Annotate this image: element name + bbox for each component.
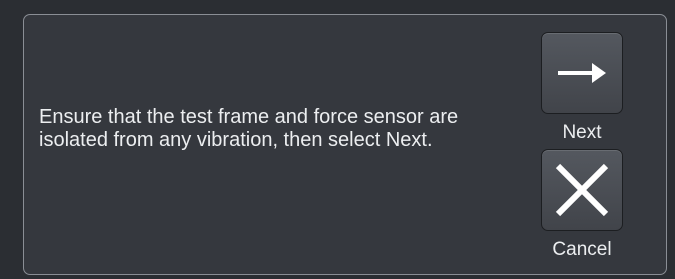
instruction-message: Ensure that the test frame and force sen… — [39, 106, 459, 151]
app-screen: Ensure that the test frame and force sen… — [0, 0, 675, 279]
arrow-right-icon — [558, 63, 606, 83]
cancel-button-label[interactable]: Cancel — [531, 239, 633, 261]
next-button-label[interactable]: Next — [531, 122, 633, 144]
next-button[interactable] — [541, 32, 623, 114]
close-x-icon — [555, 163, 609, 217]
cancel-button[interactable] — [541, 149, 623, 231]
vibration-check-dialog: Ensure that the test frame and force sen… — [23, 14, 667, 275]
